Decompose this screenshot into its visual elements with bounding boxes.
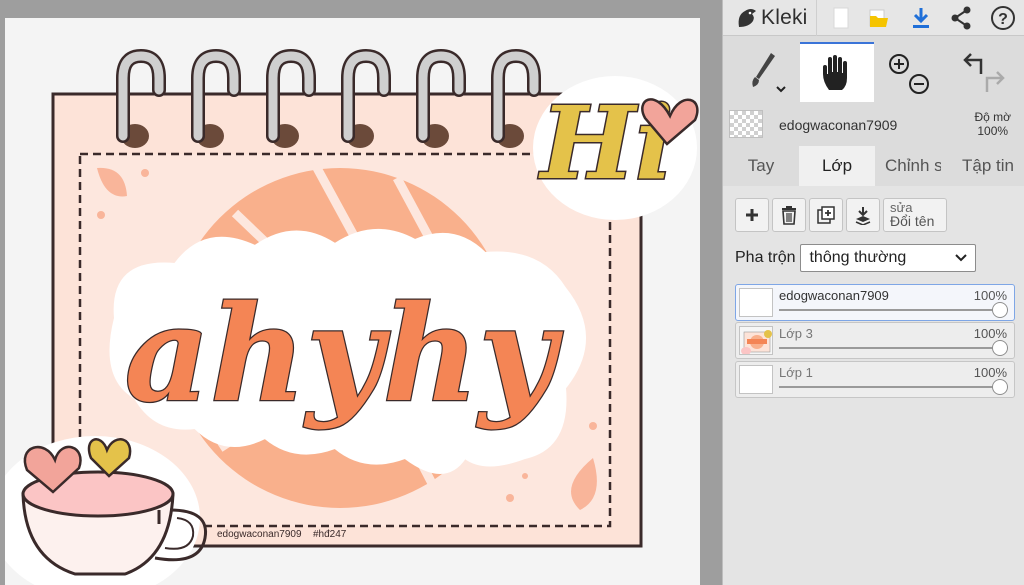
kleki-bird-icon <box>738 9 756 27</box>
brush-tool-button[interactable] <box>737 42 797 102</box>
share-button[interactable] <box>941 0 981 36</box>
layer-thumbnail <box>739 326 773 355</box>
plus-icon <box>746 209 758 221</box>
zoom-out-icon[interactable] <box>909 74 929 94</box>
current-layer-thumbnail <box>729 110 763 138</box>
layer-row-lop-1[interactable]: Lớp 1 100% <box>735 361 1015 398</box>
artwork: ahyhy Hi edogwaconan7909 #hđ247 <box>5 48 699 585</box>
top-bar: Kleki ? <box>723 0 1024 36</box>
layer-name: Lớp 3 <box>779 326 813 341</box>
zoom-controls <box>876 42 942 102</box>
kleki-logo[interactable]: Kleki <box>735 4 808 32</box>
blend-mode-select[interactable]: thông thường <box>800 244 977 272</box>
help-button[interactable]: ? <box>983 0 1023 36</box>
rename-label: Đổi tên <box>890 213 935 229</box>
opacity-value: 100% <box>977 124 1009 138</box>
blend-mode-label: Pha trộn <box>735 249 796 266</box>
help-icon-label: ? <box>998 11 1008 28</box>
hand-tool-button[interactable] <box>800 42 874 102</box>
download-icon <box>913 8 929 28</box>
merge-down-button[interactable] <box>846 198 880 232</box>
layer-row-edogwaconan7909[interactable]: edogwaconan7909 100% <box>735 284 1015 321</box>
zoom-in-icon[interactable] <box>889 54 909 74</box>
tab-layers[interactable]: Lớp <box>799 146 875 186</box>
share-icon <box>951 6 971 30</box>
layer-name: Lớp 1 <box>779 365 813 380</box>
save-button[interactable] <box>901 0 941 36</box>
layer-opacity: 100% <box>973 326 1007 341</box>
layer-opacity-slider[interactable] <box>779 347 1008 349</box>
layer-row-lop-3[interactable]: Lớp 3 100% <box>735 322 1015 359</box>
layer-opacity-slider[interactable] <box>779 309 1008 311</box>
chevron-down-icon <box>955 254 968 262</box>
layer-opacity-slider-handle[interactable] <box>992 302 1008 318</box>
layer-opacity-slider-handle[interactable] <box>992 379 1008 395</box>
artwork-signature: edogwaconan7909 <box>217 529 302 540</box>
app-name: Kleki <box>761 6 808 29</box>
layer-opacity: 100% <box>973 365 1007 380</box>
layer-thumbnail <box>739 288 773 317</box>
layer-actions: sửa Đổi tên <box>735 198 947 232</box>
tab-edit-label: Chỉnh sửa <box>885 156 941 175</box>
duplicate-layer-button[interactable] <box>809 198 843 232</box>
canvas-area[interactable]: ahyhy Hi edogwaconan7909 #hđ247 <box>0 0 722 585</box>
current-layer-opacity: Độ mờ 100% <box>974 110 1011 138</box>
trash-icon <box>782 206 796 225</box>
help-icon: ? <box>991 6 1015 30</box>
undo-icon[interactable] <box>963 53 983 74</box>
current-layer-name: edogwaconan7909 <box>779 117 898 133</box>
folder-icon <box>869 9 888 27</box>
tab-file[interactable]: Tập tin <box>951 146 1024 186</box>
tab-edit[interactable]: Chỉnh sửa <box>875 146 951 186</box>
chevron-down-icon[interactable] <box>776 86 786 93</box>
rename-layer-button[interactable]: sửa Đổi tên <box>883 198 947 232</box>
drawing-canvas[interactable]: ahyhy Hi edogwaconan7909 #hđ247 <box>5 18 700 585</box>
open-file-button[interactable] <box>859 0 899 36</box>
layer-opacity-slider-handle[interactable] <box>992 340 1008 356</box>
layer-opacity-slider[interactable] <box>779 386 1008 388</box>
layer-panel: sửa Đổi tên Pha trộn thông thường edogwa… <box>723 186 1024 585</box>
add-layer-button[interactable] <box>735 198 769 232</box>
hi-sticker: Hi <box>533 76 699 220</box>
redo-icon[interactable] <box>985 71 1005 92</box>
artwork-hashtag: #hđ247 <box>313 529 347 540</box>
toolbar-divider <box>816 0 817 36</box>
artwork-title: ahyhy <box>125 277 564 432</box>
zoom-controls-icons <box>889 54 929 94</box>
hand-icon <box>823 55 847 90</box>
tab-hand[interactable]: Tay <box>723 146 799 186</box>
side-panel: Kleki ? edogwaconan7909 Độ mờ 100% Tay L… <box>722 0 1024 585</box>
undo-redo-icons <box>963 53 1005 92</box>
layer-thumbnail <box>739 365 773 394</box>
new-file-icon <box>833 7 849 29</box>
current-layer-info: edogwaconan7909 Độ mờ 100% <box>723 104 1024 146</box>
brush-icon <box>752 53 786 93</box>
layer-3-preview <box>740 327 772 354</box>
opacity-label: Độ mờ <box>974 110 1011 124</box>
undo-redo-controls <box>947 42 1019 102</box>
new-file-button[interactable] <box>821 0 861 36</box>
tool-row <box>723 42 1024 104</box>
layer-name: edogwaconan7909 <box>779 288 889 303</box>
blend-mode-row: Pha trộn thông thường <box>735 244 977 272</box>
panel-tabs: Tay Lớp Chỉnh sửa Tập tin <box>723 146 1024 186</box>
delete-layer-button[interactable] <box>772 198 806 232</box>
merge-down-icon <box>855 207 871 225</box>
layer-opacity: 100% <box>973 288 1007 303</box>
blend-mode-value: thông thường <box>809 249 907 266</box>
duplicate-icon <box>817 206 835 224</box>
